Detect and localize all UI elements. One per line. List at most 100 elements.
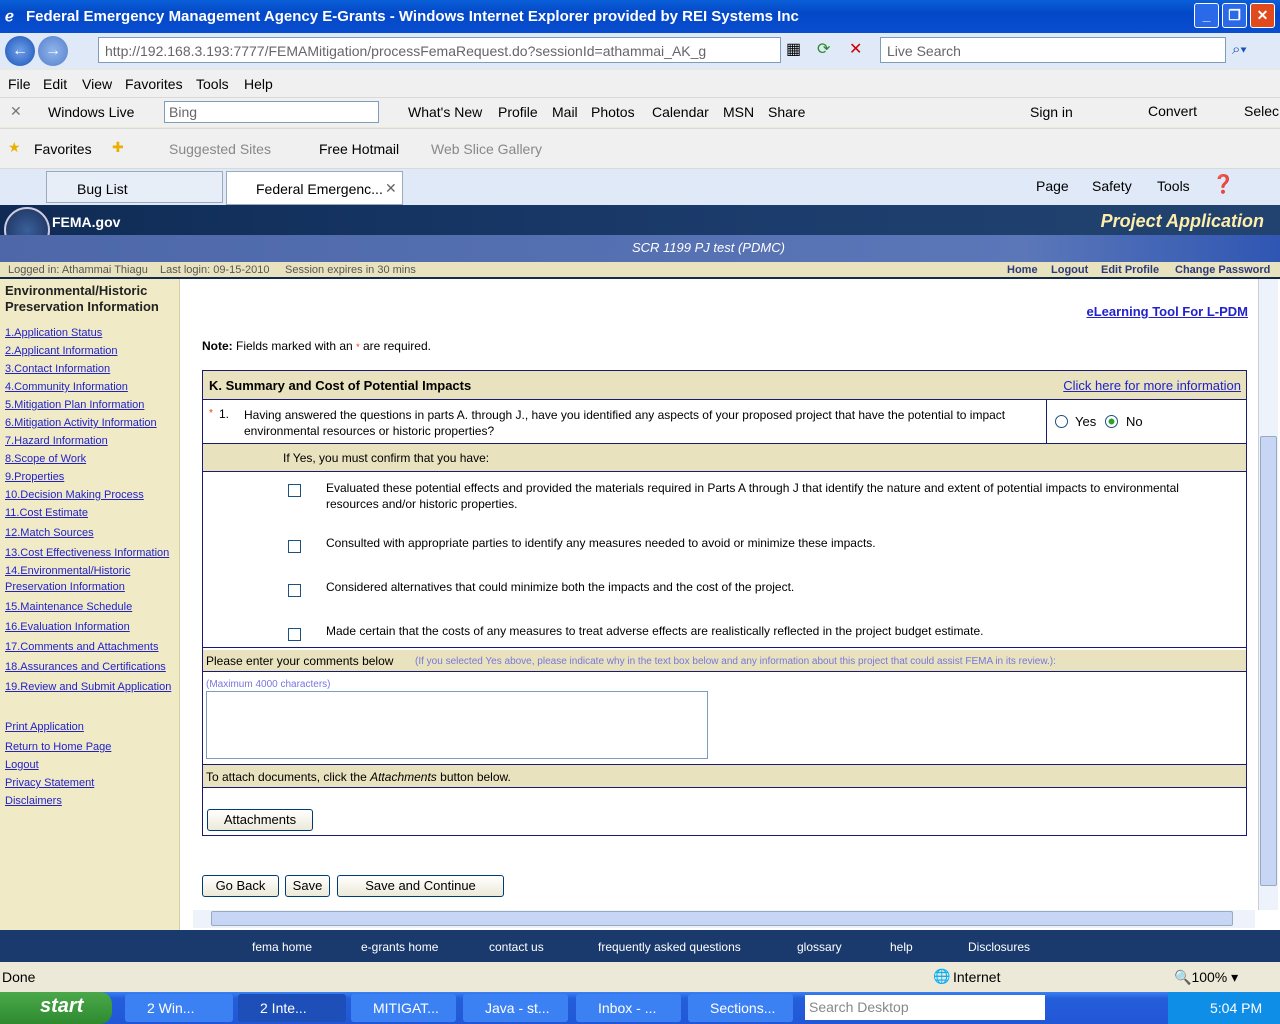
sidebar-item[interactable]: 7.Hazard Information — [5, 433, 175, 449]
hscroll-thumb[interactable] — [211, 911, 1233, 926]
close-toolbar-icon[interactable]: ✕ — [10, 103, 22, 120]
sidebar-item[interactable]: 1.Application Status — [5, 325, 175, 341]
forward-button[interactable]: → — [38, 36, 68, 66]
checkbox-evaluated[interactable] — [288, 484, 301, 497]
sidebar-item[interactable]: 3.Contact Information — [5, 361, 175, 377]
back-button[interactable]: ← — [5, 36, 35, 66]
sidebar-item[interactable]: 8.Scope of Work — [5, 451, 175, 467]
save-button[interactable]: Save — [285, 875, 330, 897]
go-back-button[interactable]: Go Back — [202, 875, 279, 897]
stop-icon[interactable]: ✕ — [849, 39, 862, 59]
footer-egrants-home[interactable]: e-grants home — [361, 940, 438, 954]
bing-search-input[interactable]: Bing — [164, 101, 379, 123]
add-favorites-icon[interactable]: ✚ — [112, 139, 124, 156]
fav-web-slice-gallery[interactable]: Web Slice Gallery — [431, 141, 542, 157]
task-windows-explorer[interactable]: 2 Win... — [125, 994, 233, 1022]
sidebar-item[interactable]: 13.Cost Effectiveness Information — [5, 545, 175, 561]
link-mail[interactable]: Mail — [552, 104, 578, 120]
refresh-icon[interactable]: ⟳ — [817, 39, 830, 59]
task-inbox[interactable]: Inbox - ... — [576, 994, 681, 1022]
task-mitigation[interactable]: MITIGAT... — [351, 994, 456, 1022]
close-button[interactable]: ✕ — [1250, 3, 1275, 28]
page-menu[interactable]: Page — [1036, 178, 1069, 194]
menu-help[interactable]: Help — [244, 76, 273, 92]
vertical-scrollbar[interactable] — [1258, 279, 1278, 910]
sidebar-extra-link[interactable]: Return to Home Page — [5, 739, 175, 755]
elearning-link[interactable]: eLearning Tool For L-PDM — [1086, 304, 1248, 319]
sidebar-item[interactable]: 9.Properties — [5, 469, 175, 485]
fema-logo-text[interactable]: FEMA.gov — [52, 214, 120, 230]
fav-free-hotmail[interactable]: Free Hotmail — [319, 141, 399, 157]
sidebar-item[interactable]: 11.Cost Estimate — [5, 505, 175, 521]
footer-help[interactable]: help — [890, 940, 913, 954]
favorites-button[interactable]: Favorites — [34, 141, 92, 157]
comments-textarea[interactable] — [206, 691, 708, 759]
more-info-link[interactable]: Click here for more information — [1063, 378, 1241, 393]
menu-view[interactable]: View — [82, 76, 112, 92]
sidebar-item[interactable]: 10.Decision Making Process — [5, 487, 175, 503]
sidebar-item[interactable]: 18.Assurances and Certifications — [5, 659, 175, 675]
header-home-link[interactable]: Home — [1007, 264, 1038, 276]
menu-file[interactable]: File — [8, 76, 31, 92]
scrollbar-thumb[interactable] — [1260, 436, 1277, 886]
task-sections[interactable]: Sections... — [688, 994, 793, 1022]
link-whats-new[interactable]: What's New — [408, 104, 482, 120]
desktop-search-input[interactable]: Search Desktop — [805, 995, 1045, 1020]
link-share[interactable]: Share — [768, 104, 805, 120]
search-icon[interactable]: ⌕▾ — [1232, 41, 1247, 58]
task-internet-explorer[interactable]: 2 Inte... — [238, 994, 346, 1022]
sidebar-extra-link[interactable]: Logout — [5, 757, 175, 773]
footer-contact-us[interactable]: contact us — [489, 940, 544, 954]
checkbox-made-certain[interactable] — [288, 628, 301, 641]
header-logout-link[interactable]: Logout — [1051, 264, 1088, 276]
zoom-control[interactable]: 🔍100% ▾ — [1174, 969, 1238, 986]
save-and-continue-button[interactable]: Save and Continue — [337, 875, 504, 897]
attachments-button[interactable]: Attachments — [207, 809, 313, 831]
horizontal-scrollbar[interactable] — [193, 910, 1255, 928]
checkbox-consulted[interactable] — [288, 540, 301, 553]
sidebar-item[interactable]: 17.Comments and Attachments — [5, 639, 175, 655]
compat-icon[interactable]: ▦ — [786, 39, 801, 59]
select-button[interactable]: Selec — [1244, 103, 1279, 119]
footer-glossary[interactable]: glossary — [797, 940, 842, 954]
link-calendar[interactable]: Calendar — [652, 104, 709, 120]
footer-faq[interactable]: frequently asked questions — [598, 940, 741, 954]
footer-disclosures[interactable]: Disclosures — [968, 940, 1030, 954]
minimize-button[interactable]: _ — [1194, 3, 1219, 28]
sidebar-item[interactable]: 15.Maintenance Schedule — [5, 599, 175, 615]
link-msn[interactable]: MSN — [723, 104, 754, 120]
sidebar-item[interactable]: 5.Mitigation Plan Information — [5, 397, 175, 413]
sign-in-button[interactable]: Sign in — [1030, 104, 1073, 120]
task-java[interactable]: Java - st... — [463, 994, 568, 1022]
help-icon[interactable]: ❓ — [1212, 174, 1234, 195]
sidebar-extra-link[interactable]: Disclaimers — [5, 793, 175, 809]
safety-menu[interactable]: Safety — [1092, 178, 1132, 194]
sidebar-item[interactable]: 2.Applicant Information — [5, 343, 175, 359]
radio-yes[interactable] — [1055, 415, 1068, 428]
maximize-button[interactable]: ❐ — [1222, 3, 1247, 28]
convert-button[interactable]: Convert — [1148, 103, 1197, 119]
menu-tools[interactable]: Tools — [196, 76, 229, 92]
menu-favorites[interactable]: Favorites — [125, 76, 183, 92]
tab-federal-emergency[interactable]: Federal Emergenc... ✕ — [226, 171, 403, 205]
link-profile[interactable]: Profile — [498, 104, 538, 120]
tab-bug-list[interactable]: Bug List — [46, 171, 223, 203]
checkbox-considered[interactable] — [288, 584, 301, 597]
header-edit-profile-link[interactable]: Edit Profile — [1101, 264, 1159, 276]
header-change-password-link[interactable]: Change Password — [1175, 264, 1270, 276]
tools-menu[interactable]: Tools — [1157, 178, 1190, 194]
sidebar-item[interactable]: 19.Review and Submit Application — [5, 679, 175, 695]
radio-no-selected[interactable] — [1105, 415, 1118, 428]
start-button[interactable]: start — [0, 992, 112, 1024]
live-search-input[interactable]: Live Search — [880, 37, 1226, 63]
close-tab-icon[interactable]: ✕ — [385, 180, 397, 197]
menu-edit[interactable]: Edit — [43, 76, 67, 92]
sidebar-item[interactable]: 16.Evaluation Information — [5, 619, 175, 635]
sidebar-item[interactable]: 14.Environmental/Historic Preservation I… — [5, 563, 175, 595]
footer-fema-home[interactable]: fema home — [252, 940, 312, 954]
sidebar-item[interactable]: 12.Match Sources — [5, 525, 175, 541]
sidebar-extra-link[interactable]: Print Application — [5, 719, 175, 735]
fav-suggested-sites[interactable]: Suggested Sites — [169, 141, 271, 157]
address-input[interactable]: http://192.168.3.193:7777/FEMAMitigation… — [98, 37, 781, 63]
sidebar-item[interactable]: 6.Mitigation Activity Information — [5, 415, 175, 431]
